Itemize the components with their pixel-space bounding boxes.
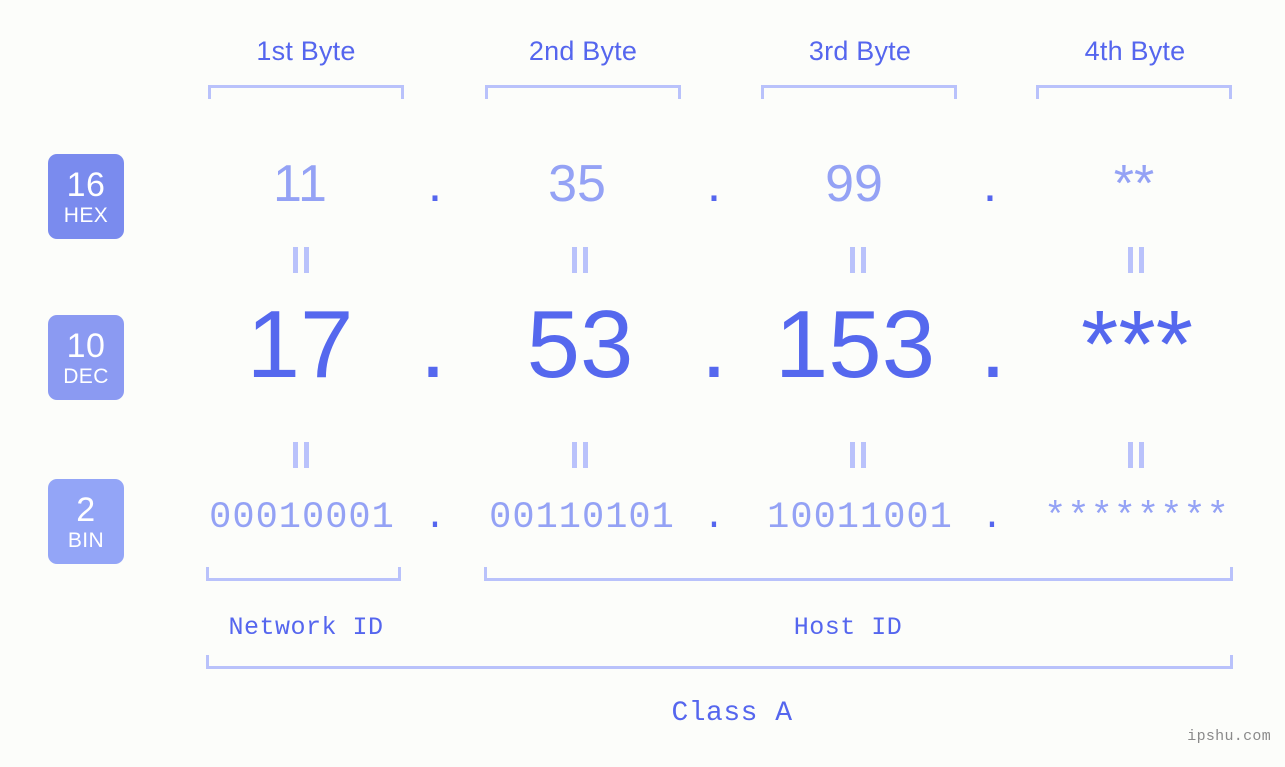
ip-address-breakdown-diagram: 1st Byte 2nd Byte 3rd Byte 4th Byte 16 H…: [0, 0, 1285, 767]
hex-byte-4: **: [1113, 155, 1155, 213]
radix-badge-bin-number: 2: [76, 490, 96, 529]
byte-header-3: 3rd Byte: [808, 36, 912, 66]
class-bracket: [206, 655, 1233, 669]
bin-byte-2: 00110101: [489, 497, 675, 539]
radix-badge-hex-label: HEX: [63, 203, 109, 227]
bin-byte-4: ********: [1044, 497, 1230, 539]
dec-byte-1: 17: [246, 291, 354, 398]
byte-header-bracket-3: [761, 85, 957, 99]
bin-separator-3: .: [980, 497, 1004, 539]
radix-badge-hex: 16 HEX: [48, 154, 124, 239]
class-label: Class A: [671, 698, 793, 729]
hex-byte-3: 99: [825, 155, 883, 213]
byte-header-bracket-4: [1036, 85, 1232, 99]
host-id-label: Host ID: [793, 613, 903, 642]
radix-badge-dec-number: 10: [66, 326, 106, 365]
dec-byte-4: ***: [1080, 291, 1194, 398]
hex-byte-2: 35: [548, 155, 606, 213]
host-id-bracket: [484, 567, 1233, 581]
equality-marker-dec-bin-1: [293, 442, 309, 468]
bin-byte-1: 00010001: [209, 497, 395, 539]
network-id-label: Network ID: [228, 613, 384, 642]
byte-header-2: 2nd Byte: [528, 36, 638, 66]
radix-badge-hex-number: 16: [66, 165, 106, 204]
hex-separator-2: .: [706, 155, 722, 213]
bin-separator-2: .: [702, 497, 726, 539]
dec-separator-2: .: [700, 291, 728, 398]
hex-separator-3: .: [982, 155, 998, 213]
bin-byte-3: 10011001: [767, 497, 953, 539]
dec-byte-3: 153: [774, 291, 936, 398]
network-id-bracket: [206, 567, 401, 581]
dec-separator-3: .: [979, 291, 1007, 398]
equality-marker-hex-dec-4: [1128, 247, 1144, 273]
hex-byte-1: 11: [273, 155, 327, 213]
equality-marker-hex-dec-3: [850, 247, 866, 273]
equality-marker-dec-bin-2: [572, 442, 588, 468]
dec-separator-1: .: [419, 291, 447, 398]
bin-separator-1: .: [423, 497, 447, 539]
equality-marker-hex-dec-2: [572, 247, 588, 273]
equality-marker-dec-bin-4: [1128, 442, 1144, 468]
byte-header-bracket-1: [208, 85, 404, 99]
byte-header-1: 1st Byte: [256, 36, 356, 66]
radix-badge-bin-label: BIN: [67, 528, 105, 552]
site-watermark: ipshu.com: [1187, 728, 1271, 745]
dec-byte-2: 53: [526, 291, 634, 398]
byte-header-4: 4th Byte: [1084, 36, 1186, 66]
byte-header-bracket-2: [485, 85, 681, 99]
radix-badge-bin: 2 BIN: [48, 479, 124, 564]
equality-marker-hex-dec-1: [293, 247, 309, 273]
hex-separator-1: .: [427, 155, 443, 213]
equality-marker-dec-bin-3: [850, 442, 866, 468]
radix-badge-dec-label: DEC: [63, 364, 109, 388]
radix-badge-dec: 10 DEC: [48, 315, 124, 400]
